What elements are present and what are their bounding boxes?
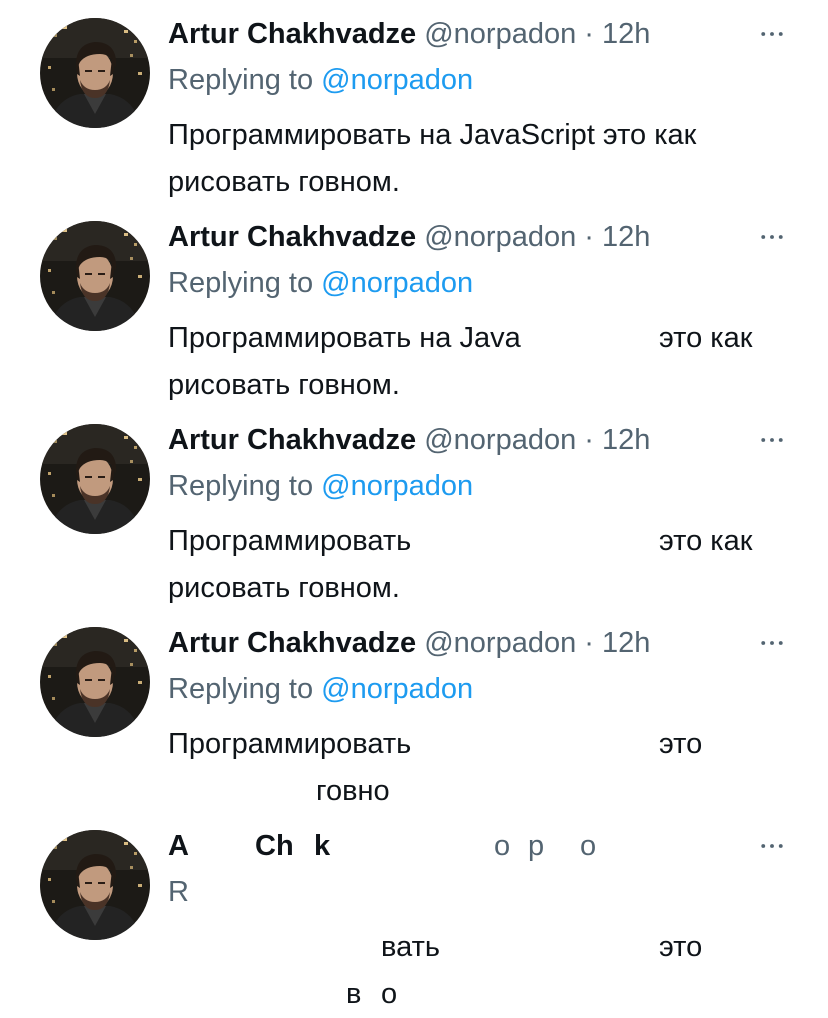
tweet-text-fragment: Программировать (168, 525, 412, 557)
tweet-text: Программировать на JavaScript это как ри… (168, 112, 788, 206)
tweet-text: Программировать это как рисовать говном. (168, 518, 788, 612)
author-handle-fragment[interactable]: o (494, 826, 510, 866)
tweet-header: Artur Chakhvadze @norpadon · 12h (168, 420, 650, 460)
avatar-photo (40, 627, 150, 737)
tweet-text-fragment: говно (316, 775, 390, 807)
tweet[interactable]: Artur Chakhvadze @norpadon · 12h Replyin… (0, 0, 828, 203)
tweet[interactable]: A Ch k o p o R вать это в о (0, 812, 828, 1015)
more-options-button[interactable] (752, 217, 792, 257)
avatar[interactable] (40, 18, 150, 128)
tweet-text: вать это в о (168, 924, 788, 1018)
tweet-text-fragment: о (381, 978, 398, 1010)
author-handle[interactable]: @norpadon (424, 424, 576, 456)
reply-context: Replying to @norpadon (168, 263, 473, 303)
more-options-button[interactable] (752, 420, 792, 460)
more-horizontal-icon (758, 842, 786, 850)
tweet-text-fragment: это (659, 931, 703, 963)
tweet-text: Программировать на Java это как рисовать… (168, 315, 788, 409)
more-options-button[interactable] (752, 14, 792, 54)
author-name-fragment[interactable]: k (314, 826, 330, 866)
timestamp[interactable]: 12h (602, 221, 650, 253)
tweet-text-line: Программировать на JavaScript это как (168, 119, 697, 151)
avatar[interactable] (40, 221, 150, 331)
tweet-header: Artur Chakhvadze @norpadon · 12h (168, 217, 650, 257)
reply-prefix: Replying to (168, 673, 314, 705)
reply-prefix: Replying to (168, 470, 314, 502)
tweet-text-line: рисовать говном. (168, 369, 400, 401)
author-handle-fragment[interactable]: o (580, 826, 596, 866)
avatar-photo (40, 830, 150, 940)
tweet-text: Программировать это говно (168, 721, 788, 815)
tweet-text-fragment: это (659, 728, 703, 760)
author-name-fragment[interactable]: Ch (255, 826, 294, 866)
reply-mention-link[interactable]: @norpadon (321, 267, 473, 299)
reply-prefix-fragment: R (168, 876, 189, 908)
author-handle[interactable]: @norpadon (424, 18, 576, 50)
tweet-header: Artur Chakhvadze @norpadon · 12h (168, 623, 650, 663)
avatar-photo (40, 424, 150, 534)
separator-dot: · (584, 627, 594, 659)
tweet-text-line: рисовать говном. (168, 572, 400, 604)
avatar-photo (40, 221, 150, 331)
author-handle-fragment[interactable]: p (528, 826, 544, 866)
tweet-header: A Ch k o p o (168, 826, 728, 866)
timestamp[interactable]: 12h (602, 18, 650, 50)
author-handle[interactable]: @norpadon (424, 221, 576, 253)
more-horizontal-icon (758, 436, 786, 444)
more-horizontal-icon (758, 30, 786, 38)
tweet-header: Artur Chakhvadze @norpadon · 12h (168, 14, 650, 54)
tweet-text-fragment: Программировать (168, 728, 412, 760)
reply-context: Replying to @norpadon (168, 669, 473, 709)
tweet[interactable]: Artur Chakhvadze @norpadon · 12h Replyin… (0, 203, 828, 406)
avatar-photo (40, 18, 150, 128)
tweet-text-line: рисовать говном. (168, 166, 400, 198)
author-name[interactable]: Artur Chakhvadze (168, 221, 416, 253)
reply-context: Replying to @norpadon (168, 60, 473, 100)
reply-mention-link[interactable]: @norpadon (321, 673, 473, 705)
tweet-text-fragment: Программировать на Java (168, 322, 521, 354)
reply-mention-link[interactable]: @norpadon (321, 64, 473, 96)
author-name[interactable]: Artur Chakhvadze (168, 18, 416, 50)
reply-context: R (168, 872, 189, 912)
more-options-button[interactable] (752, 623, 792, 663)
tweet-text-fragment: вать (381, 931, 440, 963)
reply-prefix: Replying to (168, 267, 314, 299)
more-options-button[interactable] (752, 826, 792, 866)
tweet[interactable]: Artur Chakhvadze @norpadon · 12h Replyin… (0, 609, 828, 812)
timestamp[interactable]: 12h (602, 424, 650, 456)
author-name-fragment[interactable]: A (168, 826, 189, 866)
author-handle[interactable]: @norpadon (424, 627, 576, 659)
reply-context: Replying to @norpadon (168, 466, 473, 506)
separator-dot: · (584, 221, 594, 253)
tweet-text-fragment: в (346, 978, 362, 1010)
reply-prefix: Replying to (168, 64, 314, 96)
separator-dot: · (584, 18, 594, 50)
reply-mention-link[interactable]: @norpadon (321, 470, 473, 502)
tweet-text-fragment: это как (659, 525, 753, 557)
tweet-text-fragment: это как (659, 322, 753, 354)
separator-dot: · (584, 424, 594, 456)
author-name[interactable]: Artur Chakhvadze (168, 424, 416, 456)
more-horizontal-icon (758, 233, 786, 241)
timestamp[interactable]: 12h (602, 627, 650, 659)
more-horizontal-icon (758, 639, 786, 647)
avatar[interactable] (40, 830, 150, 940)
avatar[interactable] (40, 424, 150, 534)
author-name[interactable]: Artur Chakhvadze (168, 627, 416, 659)
avatar[interactable] (40, 627, 150, 737)
tweet[interactable]: Artur Chakhvadze @norpadon · 12h Replyin… (0, 406, 828, 609)
